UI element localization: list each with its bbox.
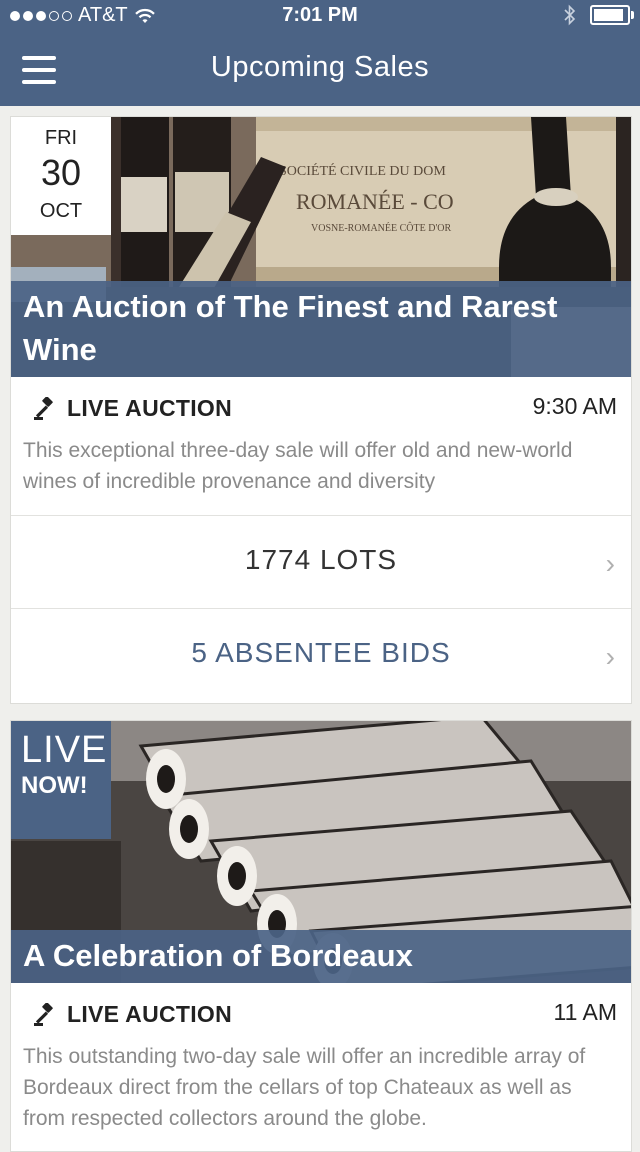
sale-title[interactable]: An Auction of The Finest and Rarest Wine [11,281,631,377]
sale-time: 11 AM [553,999,618,1025]
sale-date-badge: FRI 30 OCT [11,117,111,235]
sale-description: This exceptional three-day sale will off… [23,439,573,493]
lots-row[interactable]: 1774 LOTS › [11,515,631,608]
navigation-bar: Upcoming Sales [0,34,640,106]
live-badge-line2: NOW! [21,772,88,799]
gavel-icon [34,1002,53,1026]
sale-hero-image[interactable]: SOCIÉTÉ CIVILE DU DOM ROMANÉE - CO VOSNE… [11,117,631,377]
sale-hero-image[interactable]: LIVE NOW! A Celebration of Bordeaux [11,721,631,983]
status-time: 7:01 PM [282,4,358,26]
top-bar: AT&T 7:01 PM Upcoming Sales [0,0,640,106]
chevron-right-icon: › [605,641,615,672]
sale-type: LIVE AUCTION [67,395,233,421]
sale-title[interactable]: A Celebration of Bordeaux [11,930,631,983]
chevron-right-icon: › [605,548,615,579]
sale-day: 30 [40,152,82,193]
sale-type: LIVE AUCTION [67,1001,233,1027]
sale-card[interactable]: SOCIÉTÉ CIVILE DU DOM ROMANÉE - CO VOSNE… [10,116,632,704]
sale-time: 9:30 AM [532,393,617,419]
sale-meta: LIVE AUCTION 11 AM [11,983,631,1041]
sale-card[interactable]: LIVE NOW! A Celebration of Bordeaux LIVE… [10,720,632,1152]
live-badge-line1: LIVE [21,729,108,771]
live-now-badge: LIVE NOW! [11,721,111,839]
absentee-bids-label: 5 ABSENTEE BIDS [191,637,451,668]
bluetooth-icon [564,4,576,26]
absentee-bids-row[interactable]: 5 ABSENTEE BIDS › [11,608,631,701]
sale-day-of-week: FRI [44,127,78,149]
gavel-icon [34,396,53,420]
sale-description: This outstanding two-day sale will offer… [23,1045,586,1130]
sale-meta: LIVE AUCTION 9:30 AM [11,377,631,435]
battery-icon [590,5,634,25]
sale-month: OCT [39,200,83,222]
svg-text:VOSNE-ROMANÉE CÔTE D'OR: VOSNE-ROMANÉE CÔTE D'OR [311,222,451,234]
status-bar: AT&T 7:01 PM [0,0,640,34]
svg-text:SOCIÉTÉ CIVILE DU DOM: SOCIÉTÉ CIVILE DU DOM [279,162,446,179]
svg-text:ROMANÉE - CO: ROMANÉE - CO [296,189,454,214]
page-title: Upcoming Sales [210,51,430,83]
lots-label: 1774 LOTS [244,544,398,575]
